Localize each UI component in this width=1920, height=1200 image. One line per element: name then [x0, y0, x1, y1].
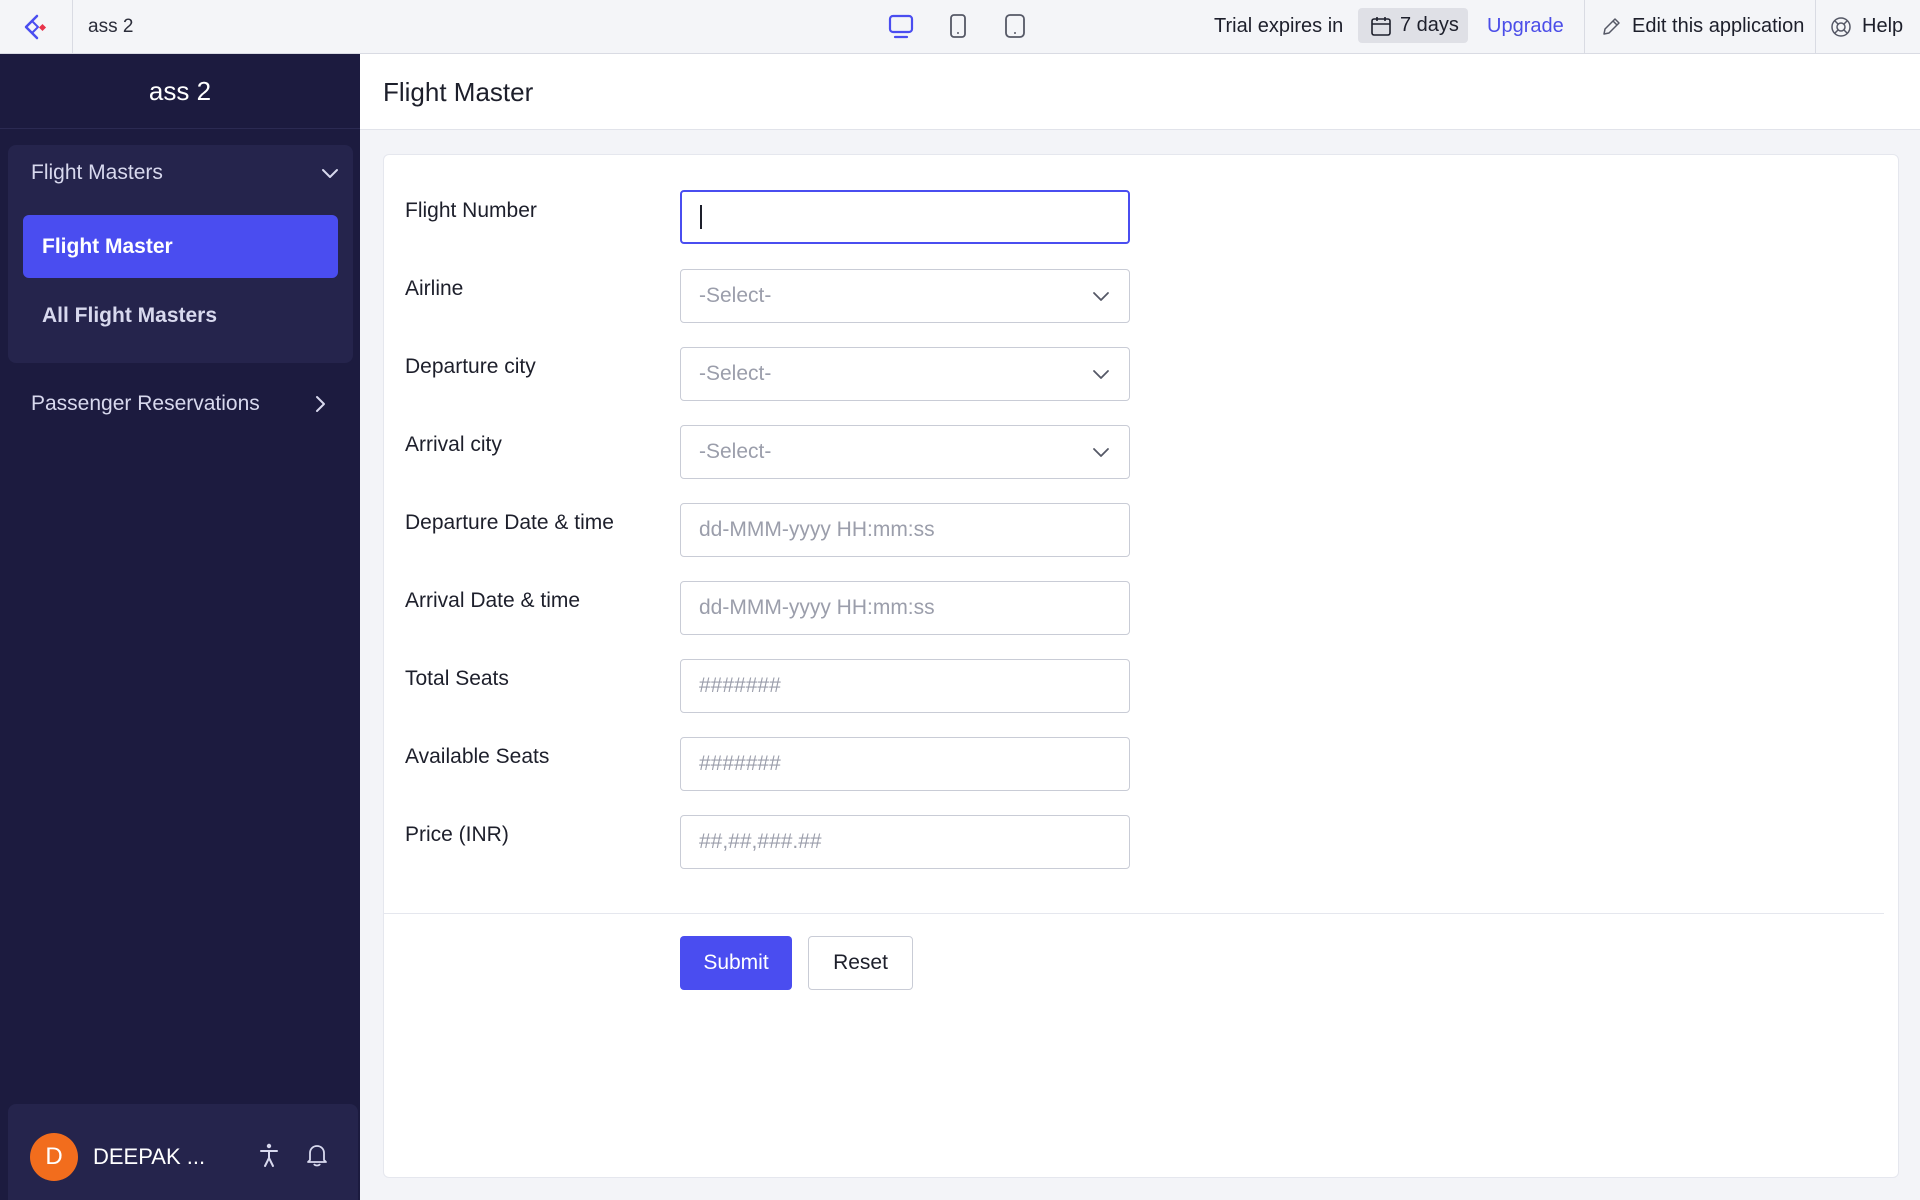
tablet-icon — [950, 14, 966, 38]
help-lifebuoy-icon — [1831, 16, 1851, 37]
sidebar-group-label: Flight Masters — [31, 161, 163, 184]
sidebar-group-toggle-passenger-reservations[interactable]: Passenger Reservations — [31, 376, 331, 432]
arrival-datetime-placeholder: dd-MMM-yyyy HH:mm:ss — [699, 596, 935, 619]
chevron-right-icon — [316, 396, 325, 412]
edit-application-button[interactable]: Edit this application — [1600, 0, 1804, 53]
field-label-total-seats: Total Seats — [405, 667, 509, 690]
total-seats-input[interactable]: ####### — [680, 659, 1130, 713]
field-label-arrival-datetime: Arrival Date & time — [405, 589, 581, 612]
airline-select[interactable]: -Select- — [680, 269, 1130, 323]
pencil-icon — [1603, 17, 1620, 35]
departure-datetime-input[interactable]: dd-MMM-yyyy HH:mm:ss — [680, 503, 1130, 557]
edit-application-label: Edit this application — [1632, 15, 1805, 37]
arrival-datetime-input[interactable]: dd-MMM-yyyy HH:mm:ss — [680, 581, 1130, 635]
device-mobile-button[interactable] — [999, 10, 1031, 42]
arrival-city-select[interactable]: -Select- — [680, 425, 1130, 479]
chevron-down-icon — [1093, 292, 1109, 301]
departure-city-select-value: -Select- — [699, 362, 772, 385]
device-tablet-button[interactable] — [942, 10, 974, 42]
field-label-departure-city: Departure city — [405, 355, 536, 378]
page-title: Flight Master — [383, 77, 534, 107]
sidebar-group-flight-masters: Flight Masters Flight Master All Flight … — [8, 145, 353, 363]
bell-icon[interactable] — [304, 1142, 330, 1168]
trial-days-badge: 7 days — [1358, 8, 1468, 43]
airline-select-value: -Select- — [699, 284, 772, 307]
sidebar: ass 2 Flight Masters Flight Master All F… — [0, 54, 360, 1200]
desktop-icon — [888, 14, 914, 39]
app-name: ass 2 — [88, 16, 134, 37]
total-seats-placeholder: ####### — [699, 674, 781, 697]
top-bar: ass 2 Trial expires in 7 days Upgrade Ed… — [0, 0, 1920, 54]
accessibility-icon[interactable] — [256, 1142, 282, 1168]
help-label: Help — [1862, 15, 1904, 37]
user-panel: D DEEPAK ... — [8, 1104, 358, 1200]
field-label-departure-datetime: Departure Date & time — [405, 511, 614, 534]
flight-master-form: Flight Number Airline -Select- Departure… — [383, 154, 1899, 1178]
field-label-airline: Airline — [405, 277, 464, 300]
avatar[interactable]: D — [30, 1133, 78, 1181]
field-label-available-seats: Available Seats — [405, 745, 550, 768]
divider — [1815, 0, 1816, 53]
submit-button[interactable]: Submit — [680, 936, 792, 990]
reset-button[interactable]: Reset — [808, 936, 913, 990]
form-divider — [384, 913, 1884, 914]
flight-number-input[interactable] — [680, 190, 1130, 244]
logo[interactable] — [0, 0, 73, 53]
help-button[interactable]: Help — [1830, 0, 1903, 53]
chevron-down-icon — [1093, 370, 1109, 379]
available-seats-input[interactable]: ####### — [680, 737, 1130, 791]
sidebar-app-title: ass 2 — [0, 54, 360, 129]
user-name[interactable]: DEEPAK ... — [93, 1133, 205, 1181]
trial-days-label: 7 days — [1400, 14, 1459, 36]
price-input[interactable]: ##,##,###.## — [680, 815, 1130, 869]
field-label-price: Price (INR) — [405, 823, 509, 846]
trial-text: Trial expires in — [1214, 15, 1344, 37]
departure-city-select[interactable]: -Select- — [680, 347, 1130, 401]
sidebar-group-label: Passenger Reservations — [31, 392, 260, 415]
text-caret — [700, 205, 702, 229]
page-header: Flight Master — [360, 54, 1920, 130]
available-seats-placeholder: ####### — [699, 752, 781, 775]
field-label-arrival-city: Arrival city — [405, 433, 502, 456]
sidebar-group-toggle-flight-masters[interactable]: Flight Masters — [31, 145, 341, 201]
device-preview-switcher — [885, 10, 1031, 42]
chevron-down-icon — [322, 169, 338, 178]
price-placeholder: ##,##,###.## — [699, 830, 822, 853]
departure-datetime-placeholder: dd-MMM-yyyy HH:mm:ss — [699, 518, 935, 541]
device-desktop-button[interactable] — [885, 10, 917, 42]
arrival-city-select-value: -Select- — [699, 440, 772, 463]
calendar-icon — [1371, 16, 1391, 36]
field-label-flight-number: Flight Number — [405, 199, 537, 222]
sidebar-item-flight-master[interactable]: Flight Master — [23, 215, 338, 278]
mobile-icon — [1005, 14, 1025, 38]
divider — [1584, 0, 1585, 53]
chevron-down-icon — [1093, 448, 1109, 457]
upgrade-link[interactable]: Upgrade — [1487, 0, 1564, 53]
sidebar-item-all-flight-masters[interactable]: All Flight Masters — [23, 287, 338, 345]
app-logo-icon — [24, 14, 47, 39]
